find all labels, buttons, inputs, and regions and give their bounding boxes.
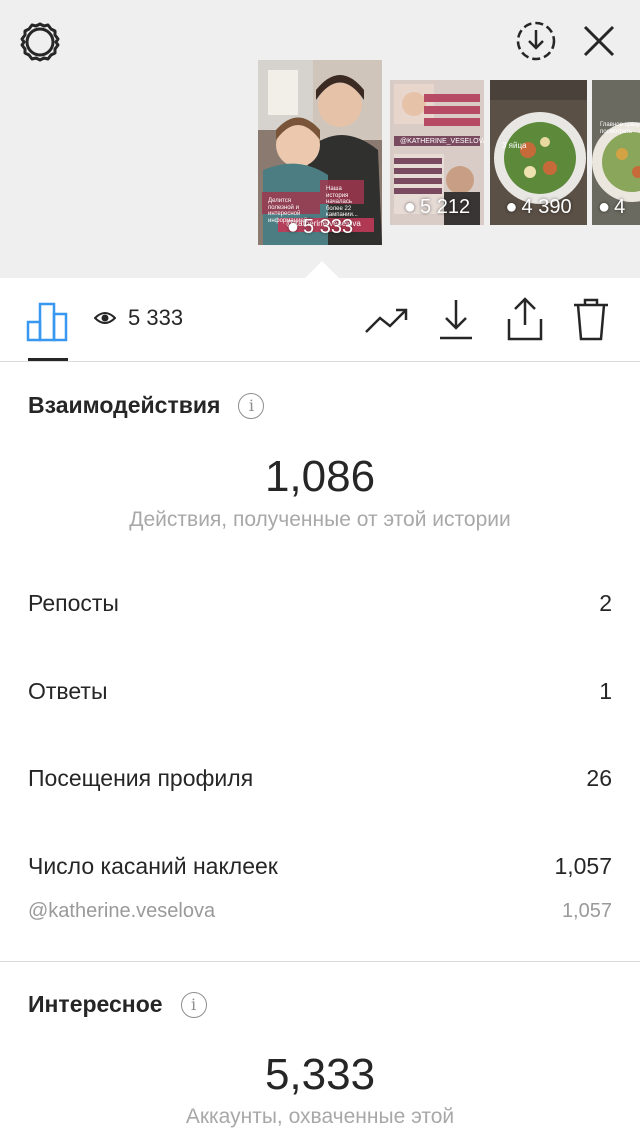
story-thumbnail[interactable]: 3 яйца ● 4 390 — [490, 80, 587, 225]
metric-label: Посещения профиля — [28, 765, 254, 791]
settings-button[interactable] — [18, 20, 62, 64]
active-tab-indicator — [28, 358, 68, 361]
story-caption: Главное сразу посмотреть — [600, 122, 640, 135]
story-caption: 3 яйца — [502, 141, 527, 150]
metric-value: 1,057 — [554, 853, 612, 879]
metric-row-profile-visits: Посещения профиля 26 — [28, 765, 612, 792]
metric-row-sticker-taps: Число касаний наклеек 1,057 — [28, 853, 612, 880]
story-views-label: ● 5 212 — [390, 196, 484, 219]
story-thumbnail[interactable]: Главное сразу посмотреть ● 4 — [592, 80, 640, 225]
mention-handle: @katherine.veselova — [28, 900, 216, 922]
eye-icon: ● — [598, 196, 611, 218]
story-views-count: 4 390 — [521, 196, 572, 218]
close-button[interactable] — [578, 20, 620, 62]
discovery-section-header: Интересное i — [28, 991, 207, 1018]
section-title: Интересное — [28, 991, 163, 1017]
story-views-label: ● 5 333 — [258, 216, 382, 239]
save-button[interactable] — [436, 298, 476, 342]
insights-toolbar: 5 333 — [0, 278, 640, 362]
metric-row-replies: Ответы 1 — [28, 678, 612, 705]
close-icon — [583, 25, 615, 57]
metric-label: Репосты — [28, 590, 119, 616]
views-summary: 5 333 — [94, 305, 183, 331]
section-divider — [0, 961, 640, 962]
metric-value: 2 — [599, 590, 612, 616]
delete-button[interactable] — [570, 296, 612, 342]
story-views-label: ● 4 390 — [490, 196, 587, 219]
section-title: Взаимодействия — [28, 392, 221, 418]
interactions-section-header: Взаимодействия i — [28, 392, 265, 419]
discovery-subtitle: Аккаунты, охваченные этой — [185, 1105, 455, 1128]
eye-icon: ● — [403, 196, 417, 218]
metric-label: Ответы — [28, 678, 108, 704]
download-circle-button[interactable] — [515, 20, 557, 62]
story-thumbnail[interactable]: @KATHERINE_VESELOVA ● 5 212 — [390, 80, 484, 225]
selected-story-pointer — [304, 261, 340, 279]
views-count: 5 333 — [128, 305, 184, 330]
eye-icon: ● — [286, 216, 300, 238]
interactions-total: 1,086 — [264, 452, 376, 501]
metric-value: 1,057 — [561, 900, 612, 922]
metric-row-reposts: Репосты 2 — [28, 590, 612, 617]
story-thumbnail-active[interactable]: Наша история началась более 22 кампании.… — [258, 60, 382, 245]
trending-up-icon — [365, 308, 408, 333]
share-icon — [507, 297, 543, 341]
trash-icon — [574, 298, 608, 341]
story-insights-screen: Наша история началась более 22 кампании.… — [0, 0, 640, 1137]
interactions-subtitle: Действия, полученные от этой истории — [129, 508, 511, 531]
gear-icon — [20, 22, 60, 62]
metric-row-sticker-mention[interactable]: @katherine.veselova 1,057 — [28, 900, 612, 923]
download-icon — [440, 300, 472, 340]
info-icon[interactable]: i — [238, 392, 265, 419]
info-icon[interactable]: i — [180, 991, 207, 1018]
download-circle-icon — [516, 21, 556, 61]
eye-icon — [94, 312, 116, 324]
insights-tab[interactable] — [26, 300, 70, 342]
discovery-total: 5,333 — [264, 1050, 376, 1099]
story-views-count: 5 333 — [303, 216, 354, 238]
metric-value: 26 — [586, 765, 612, 791]
bar-chart-icon — [26, 302, 68, 342]
share-button[interactable] — [503, 296, 547, 342]
eye-icon: ● — [505, 196, 518, 218]
story-views-count: 5 212 — [420, 196, 471, 218]
metric-label: Число касаний наклеек — [28, 853, 278, 879]
story-views-count: 4 — [614, 196, 626, 218]
promote-button[interactable] — [364, 300, 410, 342]
story-views-label: ● 4 — [592, 196, 640, 219]
story-handle-tag: @KATHERINE_VESELOVA — [400, 138, 484, 145]
metric-value: 1 — [599, 678, 612, 704]
stories-strip: Наша история началась более 22 кампании.… — [0, 0, 640, 279]
